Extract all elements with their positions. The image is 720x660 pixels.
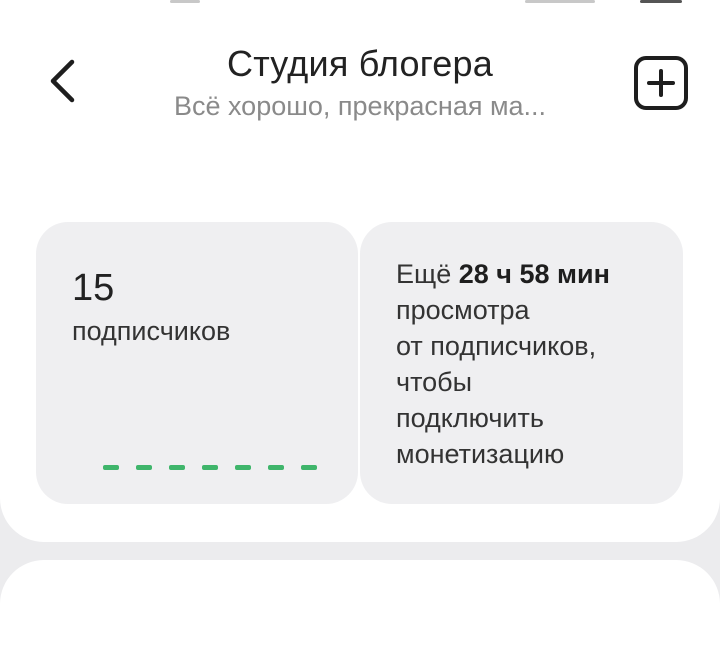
subscribers-card[interactable]: 15 подписчиков bbox=[36, 222, 358, 504]
monetization-time-remaining: 28 ч 58 мин bbox=[458, 259, 610, 289]
monetization-text: Ещё 28 ч 58 мин просмотра от подписчиков… bbox=[396, 256, 656, 472]
back-button[interactable] bbox=[40, 55, 84, 107]
next-section-card bbox=[0, 560, 720, 660]
monetization-line: подключить bbox=[396, 403, 544, 433]
add-button[interactable] bbox=[634, 56, 688, 110]
progress-dash bbox=[235, 465, 251, 470]
status-bar bbox=[0, 0, 720, 6]
progress-dash bbox=[301, 465, 317, 470]
monetization-prefix: Ещё bbox=[396, 259, 452, 289]
progress-dash bbox=[103, 465, 119, 470]
status-bar-indicator bbox=[525, 0, 595, 3]
header: Студия блогера Всё хорошо, прекрасная ма… bbox=[120, 42, 600, 124]
battery-indicator bbox=[640, 0, 682, 3]
progress-dash bbox=[202, 465, 218, 470]
monetization-line: монетизацию bbox=[396, 439, 565, 469]
progress-dash bbox=[268, 465, 284, 470]
progress-dash bbox=[136, 465, 152, 470]
studio-panel: Студия блогера Всё хорошо, прекрасная ма… bbox=[0, 0, 720, 542]
chevron-left-icon bbox=[50, 59, 75, 103]
page-subtitle[interactable]: Всё хорошо, прекрасная ма... bbox=[120, 88, 600, 124]
monetization-card[interactable]: Ещё 28 ч 58 мин просмотра от подписчиков… bbox=[360, 222, 683, 504]
subscriber-label: подписчиков bbox=[72, 316, 231, 346]
progress-dash bbox=[169, 465, 185, 470]
subscriber-count: 15 bbox=[72, 267, 115, 309]
subscriber-progress bbox=[103, 465, 317, 471]
monetization-line: просмотра bbox=[396, 295, 530, 325]
monetization-line: от подписчиков, bbox=[396, 331, 597, 361]
plus-icon bbox=[647, 69, 675, 97]
page-title: Студия блогера bbox=[227, 43, 493, 84]
monetization-line: чтобы bbox=[396, 367, 473, 397]
status-bar-indicator bbox=[170, 0, 200, 3]
